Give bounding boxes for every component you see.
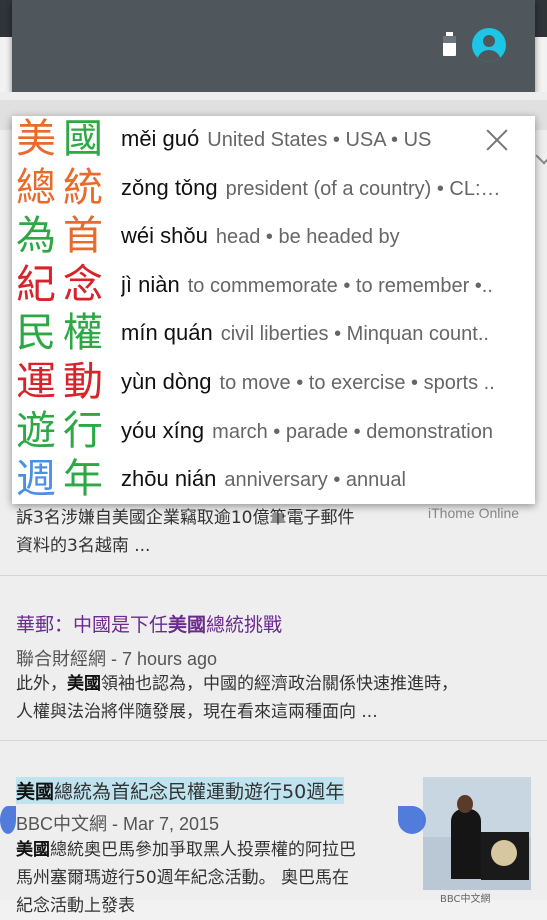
dictionary-entry[interactable]: 週年 zhōu nián anniversary • annual <box>12 456 522 505</box>
dictionary-entry[interactable]: 民權 mín quán civil liberties • Minquan coun… <box>12 310 522 359</box>
account-circle-icon[interactable] <box>472 28 506 62</box>
thumbnail-caption: BBC中文網 <box>440 894 491 905</box>
divider <box>0 740 547 741</box>
entry-text: mín quán civil liberties • Minquan count.… <box>121 320 489 346</box>
definition: anniversary • annual <box>224 469 406 492</box>
hanzi-character: 美 <box>16 116 56 162</box>
definition: head • be headed by <box>215 226 400 249</box>
pinyin: yùn dòng <box>121 369 212 394</box>
definition: to move • to exercise • sports .. <box>219 372 495 394</box>
result-snippet: 紀念活動上發表 <box>16 896 135 916</box>
result-snippet: 訴3名涉嫌自美國企業竊取逾10億筆電子郵件 <box>16 508 355 528</box>
hanzi-character: 為 <box>16 213 56 260</box>
selection-handle-end[interactable] <box>398 806 426 834</box>
battery-icon <box>443 32 456 56</box>
entry-text: měi guó United States • USA • US <box>121 126 431 152</box>
pinyin: wéi shǒu <box>121 223 208 249</box>
result-title-link[interactable]: 華郵：中國是下任美國總統挑戰 <box>16 610 282 637</box>
pinyin: jì niàn <box>121 271 180 297</box>
result-snippet: 美國總統奧巴馬參加爭取黑人投票權的阿拉巴 <box>16 840 356 860</box>
definition: march • parade • demonstration <box>212 420 493 443</box>
hanzi-character: 民 <box>16 310 56 357</box>
result-snippet: 資料的3名越南 ... <box>16 536 151 556</box>
dictionary-entry[interactable]: 遊行 yóu xíng march • parade • demonstration <box>12 408 522 457</box>
pinyin: zǒng tǒng <box>121 174 218 200</box>
result-snippet: 此外，美國領袖也認為，中國的經濟政治關係快速推進時， <box>16 674 458 694</box>
entry-text: jì niàn to commemorate • to remember •.. <box>121 272 493 298</box>
hanzi-character: 行 <box>63 407 103 454</box>
dictionary-entry[interactable]: 紀念 jì niàn to commemorate • to remember •.… <box>12 262 522 311</box>
pinyin: yóu xíng <box>121 417 205 443</box>
result-title-link-selected[interactable]: 美國總統為首紀念民權運動遊行50週年 <box>16 777 345 804</box>
result-thumbnail[interactable] <box>423 777 531 890</box>
dictionary-entry[interactable]: 總統 zǒng tǒng president (of a country) • CL… <box>12 165 522 214</box>
result-meta: 聯合財經網 - 7 hours ago <box>16 649 218 669</box>
hanzi-character: 週 <box>16 456 56 503</box>
pinyin: měi guó <box>121 126 200 151</box>
result-snippet: 馬州塞爾瑪遊行50週年紀念活動。 奧巴馬在 <box>16 868 350 888</box>
result-source: iThome Online <box>428 505 520 521</box>
definition: civil liberties • Minquan count.. <box>220 323 489 346</box>
pinyin: mín quán <box>121 320 213 346</box>
hanzi-character: 年 <box>63 456 103 503</box>
definition: president (of a country) • CL:… <box>225 177 501 200</box>
hanzi-character: 國 <box>63 116 103 162</box>
dictionary-entry[interactable]: 美國 měi guó United States • USA • US <box>12 116 522 165</box>
pinyin: zhōu nián <box>121 466 217 492</box>
hanzi-character: 紀 <box>16 261 56 308</box>
hanzi-character: 運 <box>16 359 56 405</box>
entry-text: yùn dòng to move • to exercise • sports .… <box>121 369 495 395</box>
result-snippet: 人權與法治將伴隨發展，現在看來這兩種面向 ... <box>16 702 378 722</box>
divider <box>0 575 547 576</box>
hanzi-character: 統 <box>63 164 103 211</box>
dictionary-entry[interactable]: 為首 wéi shǒu head • be headed by <box>12 213 522 262</box>
hanzi-character: 念 <box>63 261 103 308</box>
hanzi-character: 動 <box>63 359 103 405</box>
dictionary-entry[interactable]: 運動 yùn dòng to move • to exercise • sports… <box>12 359 522 408</box>
selection-handle-start[interactable] <box>0 806 16 834</box>
entry-text: zǒng tǒng president (of a country) • CL:… <box>121 175 501 201</box>
app-bar <box>12 0 535 92</box>
hanzi-character: 總 <box>16 164 56 211</box>
entry-text: yóu xíng march • parade • demonstration <box>121 418 493 444</box>
hanzi-character: 首 <box>63 213 103 260</box>
definition: United States • USA • US <box>207 129 432 151</box>
entry-text: wéi shǒu head • be headed by <box>121 223 400 249</box>
hanzi-character: 遊 <box>16 407 56 454</box>
hanzi-character: 權 <box>63 310 103 357</box>
result-meta: BBC中文網 - Mar 7, 2015 <box>16 814 220 834</box>
presidential-seal-icon <box>491 840 517 866</box>
entry-text: zhōu nián anniversary • annual <box>121 466 406 492</box>
definition: to commemorate • to remember •.. <box>187 274 493 297</box>
